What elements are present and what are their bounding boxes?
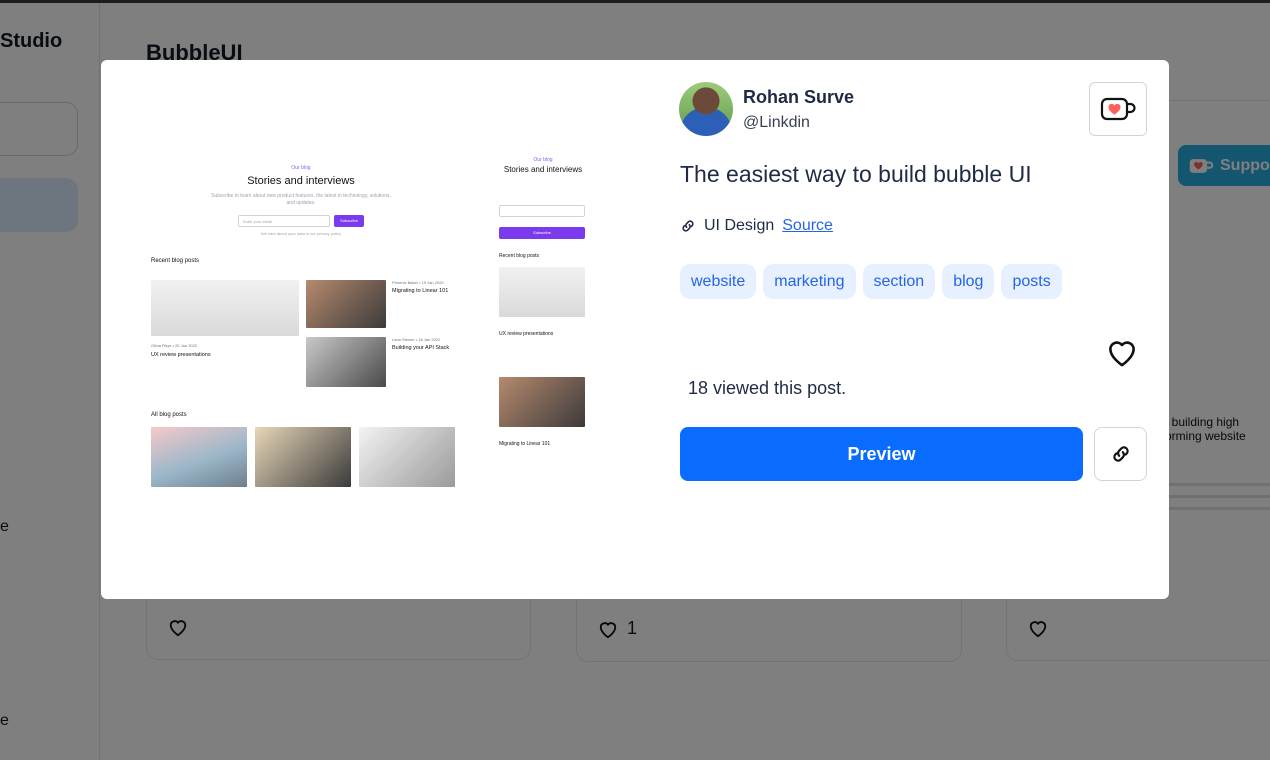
post-preview-image: Our blog Stories and interviews Subscrib… [145, 155, 591, 495]
mock-photo-people [306, 280, 386, 328]
mock-form: Enter your email Subscribe [151, 215, 451, 227]
desktop-mockup: Our blog Stories and interviews Subscrib… [151, 155, 455, 495]
preview-button[interactable]: Preview [680, 427, 1083, 481]
mock-post-title: Building your API Stack [392, 345, 450, 351]
mock-post-title: Migrating to Linear 101 [392, 288, 449, 294]
tag-chip[interactable]: blog [942, 264, 995, 299]
like-button[interactable] [1102, 334, 1142, 370]
author-block[interactable]: Rohan Surve @Linkdin [679, 82, 854, 136]
link-icon [1112, 446, 1129, 462]
tag-chip[interactable]: marketing [763, 264, 856, 299]
mock-post-title: UX review presentations [151, 352, 211, 358]
mock-photo-people [499, 377, 585, 427]
mobile-mockup: Our blog Stories and interviews Subscrib… [499, 155, 587, 495]
mock-photo-office [499, 267, 585, 317]
mock-title: Stories and interviews [247, 175, 355, 187]
mock-photo-office [151, 280, 299, 336]
category-label: UI Design [704, 217, 775, 234]
mock-photo-desk [306, 337, 386, 387]
mock-section-title: Recent blog posts [151, 258, 200, 264]
author-name[interactable]: Rohan Surve [743, 87, 854, 108]
avatar[interactable] [679, 82, 733, 136]
source-link[interactable]: Source [782, 217, 833, 235]
link-icon [682, 220, 694, 232]
category-row: UI Design Source [680, 217, 833, 235]
mock-post-meta: Phoenix Baker • 19 Jan 2022 [392, 280, 444, 285]
post-title: The easiest way to build bubble UI [680, 161, 1032, 187]
mock-section-title: All blog posts [151, 412, 187, 418]
mock-photo-mountain [151, 427, 247, 487]
mock-note: We care about your data in our privacy p… [261, 231, 341, 236]
copy-link-button[interactable] [1094, 427, 1147, 481]
mock-photo-meeting [255, 427, 351, 487]
mock-input [499, 205, 585, 217]
tag-chip[interactable]: posts [1001, 264, 1062, 299]
author-handle[interactable]: @Linkdin [743, 114, 854, 132]
mock-photo-workspace [359, 427, 455, 487]
tag-chip[interactable]: section [862, 264, 936, 299]
mock-subtitle: Subscribe to learn about new product fea… [211, 193, 391, 206]
mock-section-title: Recent blog posts [499, 253, 540, 259]
view-count: 18 viewed this post. [688, 378, 847, 398]
mock-post-title: UX review presentations [499, 331, 554, 337]
mock-post-title: Migrating to Linear 101 [499, 441, 551, 447]
post-modal: Our blog Stories and interviews Subscrib… [101, 60, 1169, 599]
mock-post-meta: Lana Steiner • 18 Jan 2022 [392, 337, 441, 342]
heart-icon [1109, 341, 1135, 367]
mock-eyebrow: Our blog [533, 157, 553, 163]
tag-chip[interactable]: website [680, 264, 757, 299]
kofi-button[interactable] [1089, 82, 1147, 136]
mock-button: Subscribe [334, 215, 364, 227]
mock-post-meta: Olivia Rhye • 20 Jan 2022 [151, 343, 198, 348]
mock-title: Stories and interviews [503, 165, 583, 174]
mock-input: Enter your email [238, 215, 330, 227]
tag-list: website marketing section blog posts [680, 264, 1062, 299]
kofi-cup-icon [1100, 97, 1136, 121]
mock-button: Subscribe [499, 227, 585, 239]
mock-eyebrow: Our blog [291, 165, 311, 171]
